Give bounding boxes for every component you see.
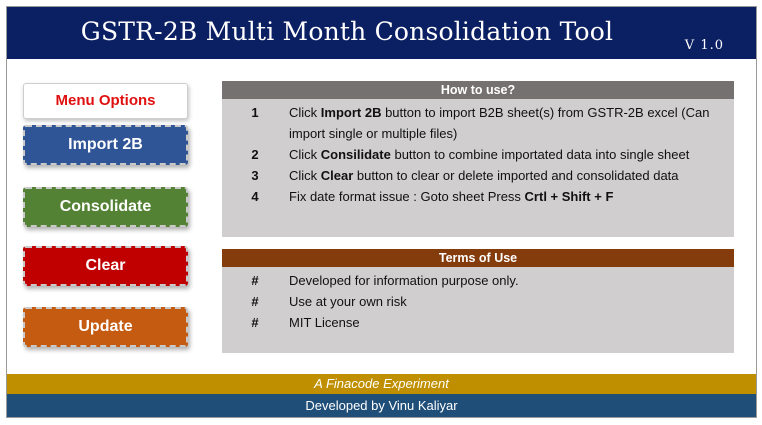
terms-bullet: # (251, 273, 259, 288)
terms-of-use-heading: Terms of Use (222, 249, 734, 267)
step-text: Click Consilidate button to combine impo… (289, 144, 734, 165)
terms-text: Use at your own risk (289, 294, 407, 309)
how-to-step: 4 Fix date format issue : Goto sheet Pre… (222, 186, 734, 207)
step-text-bold: Crtl + Shift + F (524, 189, 614, 204)
terms-item: # Use at your own risk (222, 291, 734, 312)
how-to-use-heading: How to use? (222, 81, 734, 99)
footer-credit: Developed by Vinu Kaliyar (7, 394, 756, 417)
step-number: 2 (251, 147, 259, 162)
step-text-post: button to combine importated data into s… (390, 147, 690, 162)
step-text-bold: Consilidate (320, 147, 391, 162)
step-text: Click Clear button to clear or delete im… (289, 165, 734, 186)
step-text-bold: Import 2B (320, 105, 382, 120)
terms-of-use-panel: Terms of Use # Developed for information… (222, 249, 734, 353)
step-text-pre: Fix date format issue : Goto sheet Press (289, 189, 525, 204)
version-label: V 1.0 (684, 38, 724, 53)
consolidate-button[interactable]: Consolidate (23, 187, 188, 227)
app-header: GSTR-2B Multi Month Consolidation Tool V… (7, 7, 756, 59)
how-to-use-panel: How to use? 1 Click Import 2B button to … (222, 81, 734, 237)
step-text-pre: Click (289, 168, 321, 183)
footer-tagline: A Finacode Experiment (7, 374, 756, 394)
how-to-step: 3 Click Clear button to clear or delete … (222, 165, 734, 186)
step-text-post: button to clear or delete imported and c… (353, 168, 679, 183)
step-number: 4 (251, 189, 259, 204)
menu-options-title: Menu Options (23, 83, 188, 119)
terms-bullet: # (251, 294, 259, 309)
step-text-pre: Click (289, 147, 321, 162)
step-text: Click Import 2B button to import B2B she… (289, 102, 734, 144)
terms-text: Developed for information purpose only. (289, 273, 519, 288)
terms-text: MIT License (289, 315, 360, 330)
update-button[interactable]: Update (23, 307, 188, 347)
how-to-step: 2 Click Consilidate button to combine im… (222, 144, 734, 165)
step-text: Fix date format issue : Goto sheet Press… (289, 186, 734, 207)
dashboard-frame: GSTR-2B Multi Month Consolidation Tool V… (6, 6, 757, 418)
step-text-bold: Clear (320, 168, 354, 183)
step-text-pre: Click (289, 105, 321, 120)
terms-item: # Developed for information purpose only… (222, 270, 734, 291)
step-number: 1 (251, 105, 259, 120)
how-to-steps: 1 Click Import 2B button to import B2B s… (222, 99, 734, 207)
terms-bullet: # (251, 315, 259, 330)
clear-button[interactable]: Clear (23, 246, 188, 286)
import-2b-button[interactable]: Import 2B (23, 125, 188, 165)
step-number: 3 (251, 168, 259, 183)
terms-list: # Developed for information purpose only… (222, 267, 734, 333)
how-to-step: 1 Click Import 2B button to import B2B s… (222, 102, 734, 144)
terms-item: # MIT License (222, 312, 734, 333)
app-title: GSTR-2B Multi Month Consolidation Tool (80, 17, 614, 46)
